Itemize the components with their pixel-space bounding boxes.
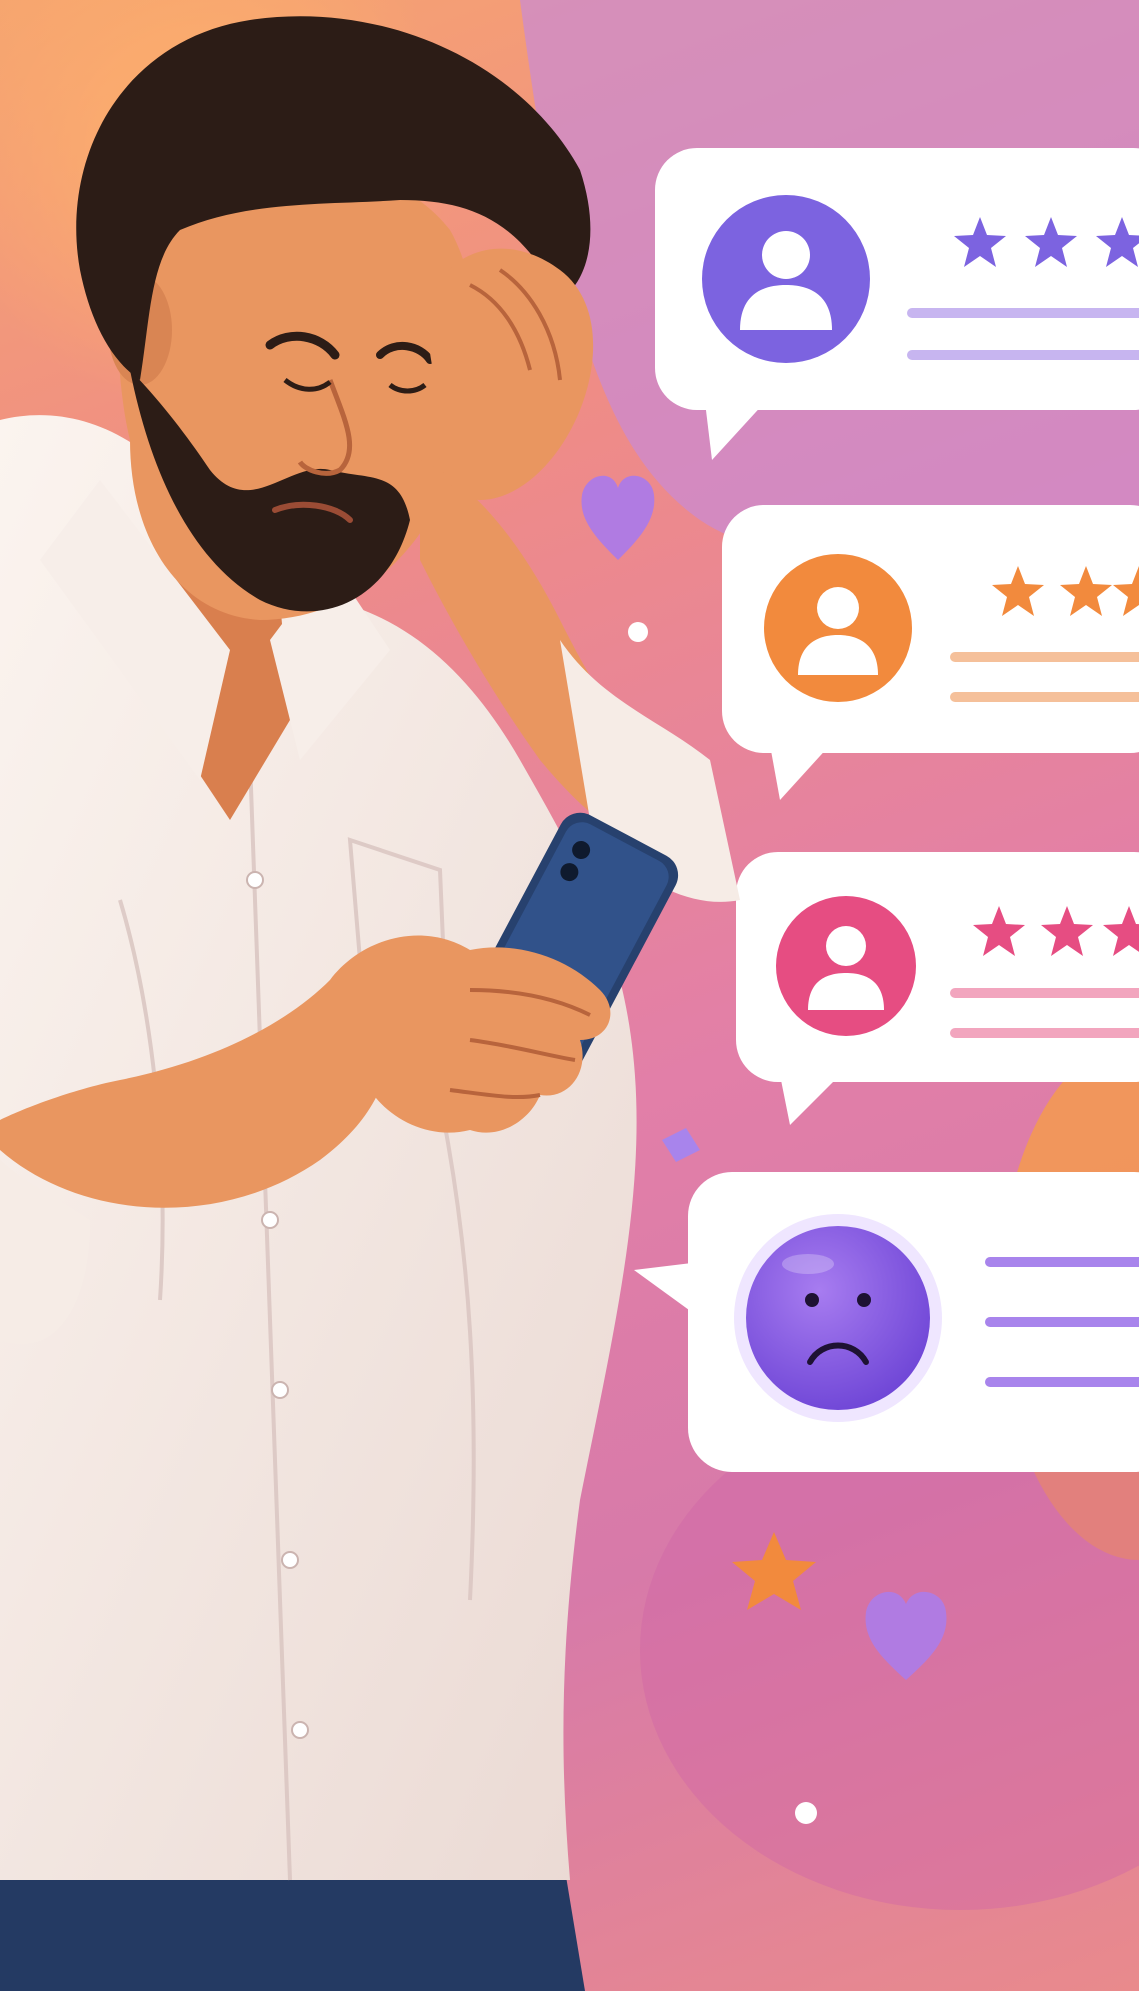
sparkle: [662, 1128, 700, 1162]
dot: [795, 1802, 817, 1824]
review-bubble-sad: [634, 1172, 1139, 1472]
illustration: [0, 0, 1139, 1991]
review-line: [950, 988, 1139, 998]
dot: [628, 622, 648, 642]
review-line: [907, 308, 1139, 318]
hand-on-head: [428, 248, 594, 500]
review-line: [985, 1377, 1139, 1387]
heart-icon: [581, 475, 655, 560]
sad-face-icon: [746, 1226, 930, 1410]
review-bubble-2: [722, 505, 1139, 800]
review-line: [950, 1028, 1139, 1038]
review-line: [950, 692, 1139, 702]
review-line: [985, 1257, 1139, 1267]
review-line: [907, 350, 1139, 360]
review-line: [950, 652, 1139, 662]
review-line: [985, 1317, 1139, 1327]
